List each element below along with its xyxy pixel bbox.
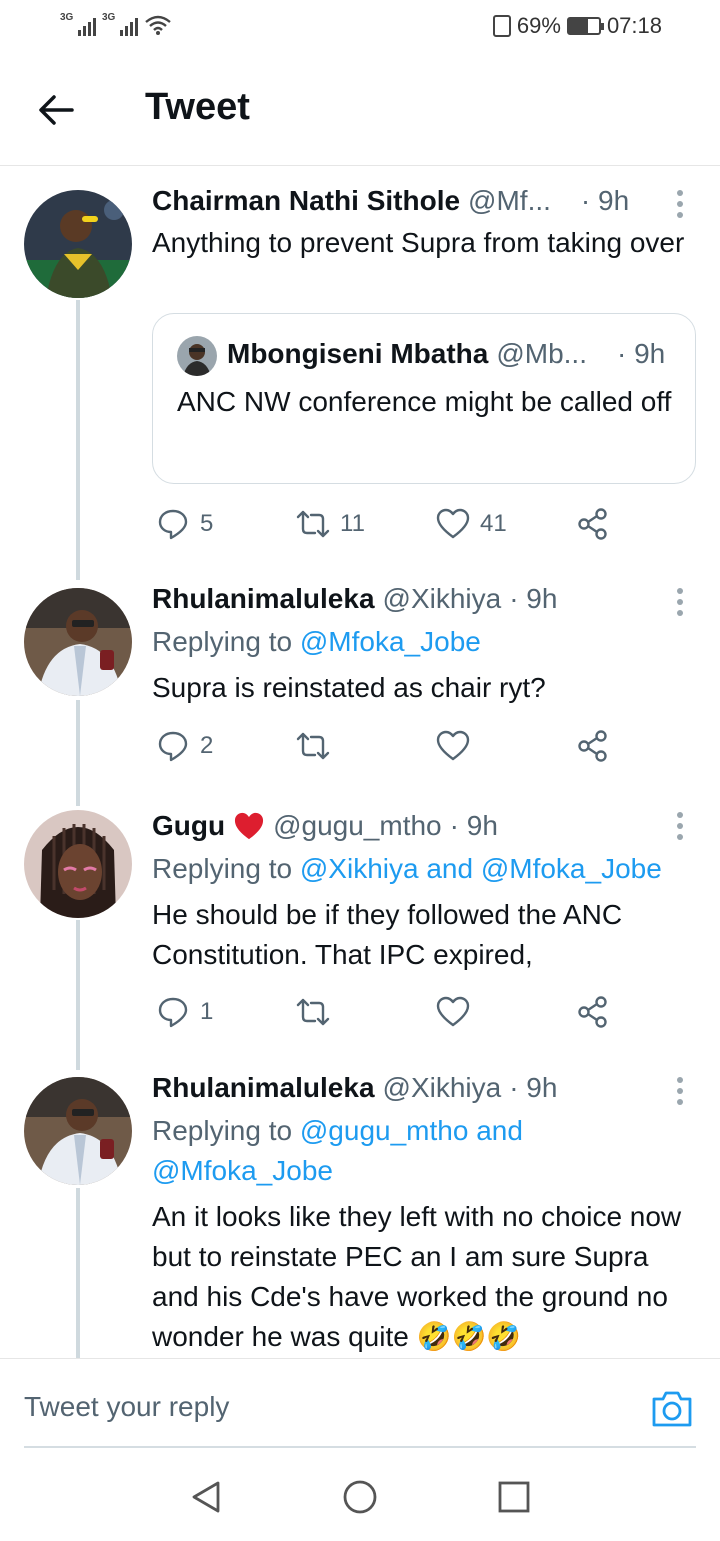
tweet-actions: 1: [152, 992, 632, 1032]
like-count: 41: [480, 510, 507, 537]
reply-icon: [158, 731, 188, 762]
system-nav-bar: [0, 1449, 720, 1541]
retweet-count: 11: [340, 510, 365, 537]
share-button[interactable]: [576, 504, 610, 544]
more-options-icon[interactable]: [676, 1077, 684, 1105]
camera-icon[interactable]: [650, 1389, 694, 1429]
share-icon: [578, 508, 607, 540]
display-name[interactable]: Rhulanimaluleka: [152, 583, 375, 615]
handle[interactable]: @Mf...: [468, 185, 551, 217]
heart-emoji-icon: [233, 811, 265, 841]
tweet-text: He should be if they followed the ANC Co…: [152, 899, 623, 970]
reply-count: 5: [200, 510, 214, 537]
nav-back-icon[interactable]: [188, 1479, 224, 1515]
timestamp: · 9h: [509, 583, 558, 614]
tweet-main[interactable]: Chairman Nathi Sithole @Mf... · 9h Anyth…: [0, 0, 720, 580]
tweet-text: An it looks like they left with no choic…: [152, 1201, 682, 1352]
tweet-actions: 5 11 41: [152, 504, 632, 544]
like-button[interactable]: [436, 992, 470, 1032]
handle[interactable]: @gugu_mtho: [273, 810, 442, 842]
handle[interactable]: @Xikhiya: [383, 583, 502, 615]
reply-composer: Tweet your reply: [0, 1358, 720, 1448]
timestamp: · 9h: [509, 1072, 558, 1103]
replying-to-link[interactable]: @Xikhiya and @Mfoka_Jobe: [300, 853, 662, 884]
avatar[interactable]: [24, 190, 132, 298]
display-name[interactable]: Gugu: [152, 810, 225, 842]
more-options-icon[interactable]: [676, 588, 684, 616]
tweet-text: Supra is reinstated as chair ryt?: [152, 672, 546, 703]
replying-to-link[interactable]: @Mfoka_Jobe: [300, 626, 481, 657]
quote-timestamp: · 9h: [617, 338, 666, 369]
heart-icon: [436, 508, 470, 539]
timestamp: · 9h: [449, 810, 498, 841]
tweet-header: Rhulanimaluleka @Xikhiya · 9h: [152, 1072, 557, 1104]
quote-display-name: Mbongiseni Mbatha: [227, 338, 489, 369]
like-button[interactable]: 41: [436, 504, 507, 544]
nav-recents-icon[interactable]: [496, 1479, 532, 1515]
tweet-actions: 2: [152, 726, 632, 766]
thread-line: [76, 700, 80, 806]
replying-to-prefix: Replying to: [152, 626, 293, 657]
timestamp: · 9h: [580, 185, 630, 216]
tweet-header: Gugu @gugu_mtho · 9h: [152, 810, 498, 842]
avatar[interactable]: [24, 1077, 132, 1185]
reply-icon: [158, 509, 188, 540]
quoted-tweet[interactable]: Mbongiseni Mbatha @Mb... · 9h ANC NW con…: [152, 313, 696, 484]
quote-handle: @Mb...: [496, 338, 587, 369]
retweet-button[interactable]: 11: [296, 504, 365, 544]
more-options-icon[interactable]: [676, 190, 684, 218]
heart-icon: [436, 996, 470, 1027]
share-button[interactable]: [576, 992, 610, 1032]
retweet-icon: [296, 510, 330, 538]
nav-home-icon[interactable]: [342, 1479, 378, 1515]
avatar[interactable]: [24, 810, 132, 918]
more-options-icon[interactable]: [676, 812, 684, 840]
retweet-icon: [296, 998, 330, 1026]
reply-button[interactable]: 1: [156, 992, 213, 1032]
tweet-text: Anything to prevent Supra from taking ov…: [152, 227, 685, 258]
reply-count: 2: [200, 732, 214, 759]
divider: [24, 1446, 696, 1448]
reply-button[interactable]: 2: [156, 726, 213, 766]
reply-count: 1: [200, 998, 214, 1025]
retweet-icon: [296, 732, 330, 760]
display-name[interactable]: Chairman Nathi Sithole: [152, 185, 460, 217]
reply-icon: [158, 997, 188, 1028]
reply-button[interactable]: 5: [156, 504, 213, 544]
thread-line: [76, 920, 80, 1070]
quote-text: ANC NW conference might be called off: [177, 386, 672, 417]
share-icon: [578, 996, 607, 1028]
quote-header: Mbongiseni Mbatha @Mb... · 9h: [227, 338, 665, 370]
retweet-button[interactable]: [296, 992, 330, 1032]
share-button[interactable]: [576, 726, 610, 766]
share-icon: [578, 730, 607, 762]
tweet-header: Chairman Nathi Sithole @Mf... · 9h: [152, 185, 629, 217]
avatar[interactable]: [24, 588, 132, 696]
replying-to: Replying to @Xikhiya and @Mfoka_Jobe: [152, 849, 662, 889]
heart-icon: [436, 730, 470, 761]
replying-to: Replying to @Mfoka_Jobe: [152, 622, 481, 662]
replying-to-prefix: Replying to: [152, 1115, 293, 1146]
thread-line: [76, 1188, 80, 1358]
replying-to-prefix: Replying to: [152, 853, 293, 884]
quote-avatar: [177, 336, 217, 376]
replying-to: Replying to @gugu_mtho and @Mfoka_Jobe: [152, 1111, 692, 1191]
handle[interactable]: @Xikhiya: [383, 1072, 502, 1104]
retweet-button[interactable]: [296, 726, 330, 766]
tweet-header: Rhulanimaluleka @Xikhiya · 9h: [152, 583, 557, 615]
reply-input[interactable]: Tweet your reply: [24, 1391, 229, 1423]
display-name[interactable]: Rhulanimaluleka: [152, 1072, 375, 1104]
like-button[interactable]: [436, 726, 470, 766]
